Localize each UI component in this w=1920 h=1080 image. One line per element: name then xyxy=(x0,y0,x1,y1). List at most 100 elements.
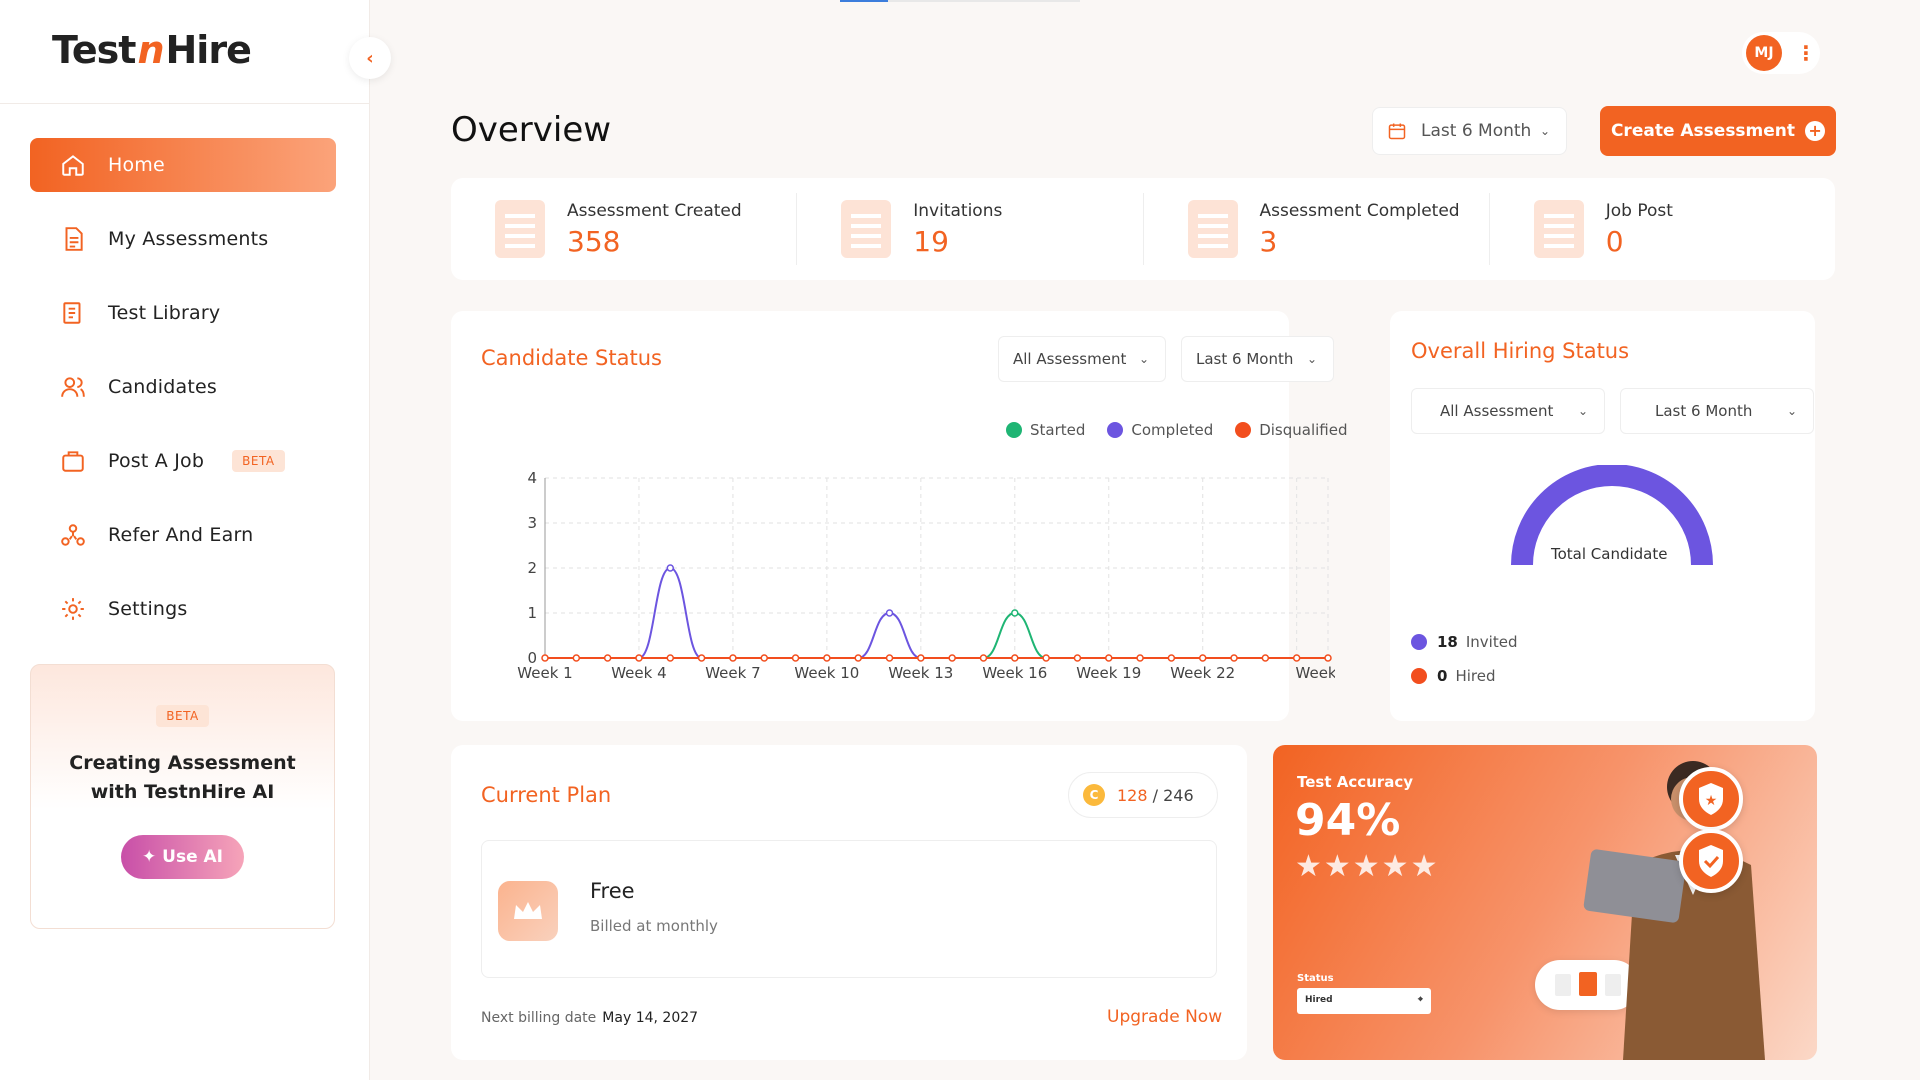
assessment-icon xyxy=(495,200,545,258)
date-range-select[interactable]: Last 6 Month ⌄ xyxy=(1372,107,1567,155)
home-icon xyxy=(62,155,84,176)
y-tick-label: 3 xyxy=(527,514,537,532)
x-tick-label: Week 4 xyxy=(611,664,666,682)
data-point-disqualified xyxy=(1230,654,1238,662)
assessment-filter-select[interactable]: All Assessment ⌄ xyxy=(998,336,1166,382)
x-tick-label: Week 13 xyxy=(888,664,953,682)
plus-icon: + xyxy=(1805,121,1826,141)
range-filter-select[interactable]: Last 6 Month ⌄ xyxy=(1181,336,1334,382)
data-point-disqualified xyxy=(1167,654,1176,662)
accuracy-label: Test Accuracy xyxy=(1297,773,1413,791)
gauge-label: Total Candidate xyxy=(1551,545,1668,563)
data-point-disqualified xyxy=(1261,654,1270,662)
calendar-icon xyxy=(1388,123,1406,140)
svg-text:★: ★ xyxy=(1705,793,1718,809)
page-title: Overview xyxy=(451,110,612,150)
data-point-disqualified xyxy=(1198,654,1207,662)
chevron-down-icon: ⌄ xyxy=(1577,404,1588,418)
data-point-completed xyxy=(885,609,894,617)
data-point-disqualified xyxy=(760,654,768,662)
data-point-started xyxy=(1011,609,1019,617)
checklist-icon xyxy=(1187,200,1238,258)
test-accuracy-banner: Test Accuracy 94% ★★★★★ Status Hired ⌖ ★ xyxy=(1273,745,1817,1060)
create-assessment-button[interactable]: Create Assessment + xyxy=(1600,106,1836,156)
x-tick-label: Week 7 xyxy=(705,664,760,682)
data-point-disqualified xyxy=(572,654,581,662)
collapse-sidebar-button[interactable]: ‹ xyxy=(349,37,391,79)
next-billing: Next billing date May 14, 2027 xyxy=(481,1010,699,1026)
sidebar-item-label: Candidates xyxy=(108,376,218,398)
users-icon xyxy=(61,377,85,397)
candidate-status-title: Candidate Status xyxy=(481,346,662,370)
stat-assessment-completed: Assessment Completed 3 xyxy=(1144,193,1490,265)
data-point-disqualified xyxy=(1042,654,1050,662)
plan-details: Free Billed at monthly xyxy=(481,840,1217,978)
avatar[interactable]: MJ xyxy=(1746,35,1782,71)
coin-icon: C xyxy=(1083,784,1105,806)
data-point-disqualified xyxy=(885,654,894,662)
x-tick-label: Week 22 xyxy=(1170,664,1235,682)
gear-icon xyxy=(62,598,84,620)
chart-legend: Started Completed Disqualified xyxy=(1006,421,1348,439)
credits-counter: C 128 / 246 xyxy=(1068,772,1218,818)
hiring-range-select[interactable]: Last 6 Month ⌄ xyxy=(1620,388,1814,434)
legend-disqualified: Disqualified xyxy=(1235,421,1348,439)
sidebar-item-settings[interactable]: Settings xyxy=(30,582,336,636)
chevron-left-icon: ‹ xyxy=(366,47,374,69)
data-point-disqualified xyxy=(1324,654,1332,662)
data-point-disqualified xyxy=(791,654,800,662)
refer-icon xyxy=(61,524,85,546)
chevron-down-icon: ⌄ xyxy=(1138,352,1149,366)
legend-started: Started xyxy=(1006,421,1085,439)
data-point-disqualified xyxy=(854,654,862,662)
more-options-icon[interactable]: ⋮ xyxy=(1796,43,1816,63)
star-shield-badge: ★ xyxy=(1679,767,1743,831)
cursor-icon: ⌖ xyxy=(1417,995,1423,1005)
data-point-disqualified xyxy=(1136,654,1144,662)
logo[interactable]: Test n Hire xyxy=(52,28,252,72)
x-tick-label: Week 19 xyxy=(1076,664,1141,682)
beta-badge: BETA xyxy=(232,450,285,472)
crown-icon xyxy=(498,881,558,941)
sidebar-item-candidates[interactable]: Candidates xyxy=(30,360,336,414)
job-bag-icon xyxy=(1533,200,1584,258)
y-tick-label: 1 xyxy=(527,604,537,622)
x-tick-label: Week 1 xyxy=(517,664,572,682)
sidebar-item-test-library[interactable]: Test Library xyxy=(30,286,336,340)
sidebar-item-label: Settings xyxy=(108,598,188,620)
sidebar-item-label: My Assessments xyxy=(108,228,269,250)
data-point-disqualified xyxy=(697,654,706,662)
rating-stars: ★★★★★ xyxy=(1295,849,1440,884)
y-tick-label: 2 xyxy=(527,559,537,577)
x-tick-label: Week 16 xyxy=(982,664,1047,682)
sidebar-divider xyxy=(0,103,370,104)
x-tick-label: Week 26 xyxy=(1296,664,1335,682)
data-point-disqualified xyxy=(917,654,925,662)
sidebar-item-post-a-job[interactable]: Post A Job BETA xyxy=(30,434,336,488)
data-point-disqualified xyxy=(1105,654,1113,662)
sidebar-nav: Home My Assessments Test Library Candida… xyxy=(30,138,336,656)
sidebar-item-my-assessments[interactable]: My Assessments xyxy=(30,212,336,266)
sidebar-item-label: Refer And Earn xyxy=(108,524,254,546)
data-point-disqualified xyxy=(1073,654,1082,662)
data-point-disqualified xyxy=(979,654,988,662)
chevron-down-icon: ⌄ xyxy=(1786,404,1797,418)
stats-bar: Assessment Created 358 Invitations 19 Asse… xyxy=(451,178,1835,280)
candidate-status-chart: 01234Week 1 Week 4 Week 7 Week 10 Week 13 Wee… xyxy=(517,470,1335,682)
sidebar-item-home[interactable]: Home xyxy=(30,138,336,192)
hiring-assessment-select[interactable]: All Assessment ⌄ xyxy=(1411,388,1605,434)
ai-promo-card: BETA Creating Assessment with TestnHire … xyxy=(30,664,335,929)
legend-hired: 0 Hired xyxy=(1411,667,1495,685)
top-progress-indicator xyxy=(840,0,1080,2)
user-menu[interactable]: MJ ⋮ xyxy=(1742,32,1820,74)
status-field: Hired ⌖ xyxy=(1297,988,1431,1014)
data-point-disqualified xyxy=(1292,654,1301,662)
data-point-disqualified xyxy=(823,654,831,662)
use-ai-button[interactable]: ✦ Use AI xyxy=(121,835,244,879)
envelope-icon xyxy=(841,200,892,258)
upgrade-now-link[interactable]: Upgrade Now xyxy=(1107,1007,1222,1027)
beta-badge: BETA xyxy=(156,705,209,727)
stat-job-post: Job Post 0 xyxy=(1490,193,1835,265)
promo-title: Creating Assessment with TestnHire AI xyxy=(69,752,296,803)
sidebar-item-refer-and-earn[interactable]: Refer And Earn xyxy=(30,508,336,562)
